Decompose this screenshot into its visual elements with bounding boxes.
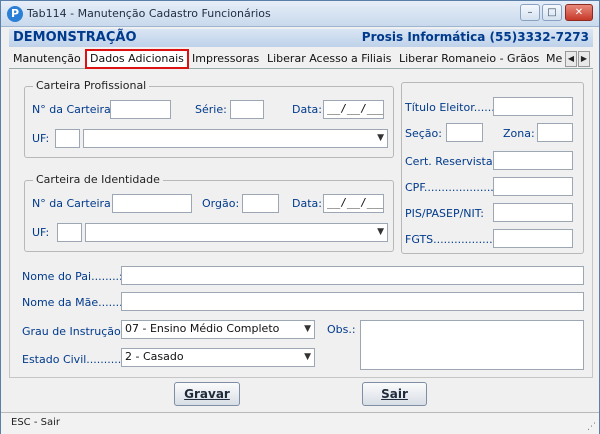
pis-pasep-input[interactable]: [493, 203, 573, 222]
estado-civil-select[interactable]: 2 - Casado ▼: [121, 348, 315, 367]
chevron-down-icon: ▼: [377, 133, 384, 143]
tab-me[interactable]: Me: [546, 51, 562, 69]
ci-orgao-label: Orgão:: [202, 197, 240, 210]
tab-manutencao[interactable]: Manutenção: [13, 51, 81, 69]
title-bar: P Tab114 - Manutenção Cadastro Funcionár…: [1, 1, 599, 27]
nome-mae-label: Nome da Mãe.......:: [22, 296, 127, 309]
minimize-button[interactable]: –: [520, 4, 540, 21]
ci-numero-input[interactable]: [112, 194, 192, 213]
tab-liberar-romaneio-graos[interactable]: Liberar Romaneio - Grãos: [399, 51, 539, 69]
titulo-eleitor-label: Título Eleitor.......:: [405, 101, 502, 114]
grau-instrucao-value: 07 - Ensino Médio Completo: [125, 322, 280, 335]
maximize-button[interactable]: □: [542, 4, 562, 21]
window-title: Tab114 - Manutenção Cadastro Funcionário…: [27, 7, 271, 20]
estado-civil-value: 2 - Casado: [125, 350, 184, 363]
demo-label: DEMONSTRAÇÃO: [13, 30, 137, 45]
ci-uf-input[interactable]: [57, 223, 82, 242]
cp-numero-label: N° da Carteira:: [32, 103, 115, 116]
tab-dados-adicionais[interactable]: Dados Adicionais: [85, 49, 189, 69]
cpf-input[interactable]: [493, 177, 573, 196]
secao-input[interactable]: [446, 123, 483, 142]
sair-button[interactable]: Sair: [362, 382, 427, 406]
documentos-group: Título Eleitor.......: Seção: Zona: Cert…: [401, 82, 584, 254]
cert-reservista-input[interactable]: [493, 151, 573, 170]
cp-data-label: Data:: [292, 103, 322, 116]
ci-uf-select[interactable]: ▼: [85, 223, 388, 242]
tab-bar: Manutenção Dados Adicionais Impressoras …: [9, 49, 593, 69]
status-bar: ESC - Sair ⋰: [1, 412, 599, 434]
nome-pai-label: Nome do Pai........:: [22, 270, 123, 283]
tab-scroll-right-icon[interactable]: ▶: [578, 51, 590, 67]
company-header: DEMONSTRAÇÃO Prosis Informática (55)3332…: [9, 29, 593, 47]
chevron-down-icon: ▼: [377, 227, 384, 237]
cp-serie-input[interactable]: [230, 100, 264, 119]
carteira-profissional-legend: Carteira Profissional: [33, 79, 150, 92]
secao-label: Seção:: [405, 127, 442, 140]
cp-serie-label: Série:: [195, 103, 227, 116]
tab-liberar-acesso-filiais[interactable]: Liberar Acesso a Filiais: [267, 51, 392, 69]
resize-grip-icon[interactable]: ⋰: [587, 422, 597, 432]
cp-uf-select[interactable]: ▼: [83, 129, 388, 148]
zona-input[interactable]: [537, 123, 573, 142]
chevron-down-icon: ▼: [304, 352, 311, 362]
company-label: Prosis Informática (55)3332-7273: [361, 30, 589, 44]
tab-scroll-left-icon[interactable]: ◀: [565, 51, 577, 67]
dados-adicionais-panel: Carteira Profissional N° da Carteira: Sé…: [9, 70, 593, 378]
ci-data-label: Data:: [292, 197, 322, 210]
status-text: ESC - Sair: [11, 417, 60, 428]
chevron-down-icon: ▼: [304, 324, 311, 334]
cert-reservista-label: Cert. Reservista:: [405, 155, 497, 168]
cp-data-input[interactable]: __/__/____: [323, 100, 384, 119]
gravar-button[interactable]: Gravar: [174, 382, 240, 406]
nome-mae-input[interactable]: [121, 292, 584, 311]
cp-uf-input[interactable]: [55, 129, 80, 148]
carteira-identidade-legend: Carteira de Identidade: [33, 173, 163, 186]
cp-uf-label: UF:: [32, 132, 50, 145]
nome-pai-input[interactable]: [121, 266, 584, 285]
carteira-profissional-group: Carteira Profissional N° da Carteira: Sé…: [24, 79, 394, 158]
grau-instrucao-label: Grau de Instrução:: [22, 325, 125, 338]
zona-label: Zona:: [503, 127, 535, 140]
cp-numero-input[interactable]: [110, 100, 171, 119]
ci-uf-label: UF:: [32, 226, 50, 239]
app-logo-icon: P: [7, 6, 23, 22]
obs-label: Obs.:: [327, 323, 356, 336]
obs-textarea[interactable]: [360, 320, 584, 370]
titulo-eleitor-input[interactable]: [493, 97, 573, 116]
tab-impressoras[interactable]: Impressoras: [192, 51, 259, 69]
ci-numero-label: N° da Carteira:: [32, 197, 115, 210]
carteira-identidade-group: Carteira de Identidade N° da Carteira: O…: [24, 173, 394, 252]
fgts-input[interactable]: [493, 229, 573, 248]
main-window: P Tab114 - Manutenção Cadastro Funcionár…: [0, 0, 600, 434]
ci-data-input[interactable]: __/__/____: [323, 194, 384, 213]
grau-instrucao-select[interactable]: 07 - Ensino Médio Completo ▼: [121, 320, 315, 339]
ci-orgao-input[interactable]: [242, 194, 279, 213]
close-button[interactable]: ✕: [565, 4, 593, 21]
pis-pasep-label: PIS/PASEP/NIT:: [405, 207, 484, 220]
estado-civil-label: Estado Civil............:: [22, 353, 132, 366]
